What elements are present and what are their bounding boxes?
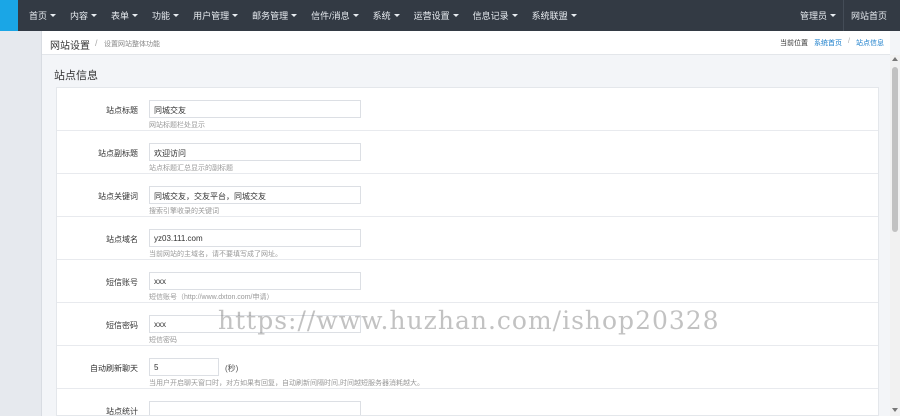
text-input[interactable] bbox=[149, 401, 361, 415]
nav-item-label: 功能 bbox=[152, 11, 171, 21]
chevron-down-icon bbox=[91, 14, 98, 17]
text-input[interactable]: 同城交友 bbox=[149, 100, 361, 118]
nav-item-functions[interactable]: 功能 bbox=[145, 0, 186, 31]
text-input[interactable]: 5 bbox=[149, 358, 219, 376]
nav-item-label: 内容 bbox=[70, 11, 89, 21]
form-row: 站点域名 yz03.111.com 当前网站的主域名，请不要填写成了网址。 bbox=[57, 217, 878, 260]
nav-right: 管理员 网站首页 bbox=[793, 0, 894, 31]
scroll-down-icon[interactable] bbox=[892, 408, 898, 412]
scroll-thumb[interactable] bbox=[892, 67, 898, 232]
form-row: 短信账号 xxx 短信账号（http://www.dxton.com/申请） bbox=[57, 260, 878, 303]
sidebar bbox=[0, 31, 42, 416]
brand-accent bbox=[0, 0, 18, 31]
field-hint: 短信密码 bbox=[149, 337, 177, 344]
main-content: 网站设置 / 设置网站整体功能 当前位置 系统首页 / 站点信息 站点信息 站点… bbox=[42, 31, 900, 416]
text-input[interactable]: yz03.111.com bbox=[149, 229, 361, 247]
top-navbar: 首页 内容 表单 功能 用户管理 邮务管理 信件/消息 系统 运营设置 信息记录 系统联盟 管理员 … bbox=[0, 0, 900, 31]
field-label: 站点关键词 bbox=[98, 192, 138, 201]
nav-item-home[interactable]: 首页 bbox=[22, 0, 63, 31]
nav-item-users[interactable]: 用户管理 bbox=[186, 0, 245, 31]
site-home-link[interactable]: 网站首页 bbox=[844, 0, 894, 31]
admin-menu-label: 管理员 bbox=[799, 11, 827, 21]
scroll-up-icon[interactable] bbox=[892, 57, 898, 61]
chevron-down-icon bbox=[291, 14, 298, 17]
text-input[interactable]: 欢迎访问 bbox=[149, 143, 361, 161]
breadcrumb-link-site-info[interactable]: 站点信息 bbox=[856, 38, 884, 48]
nav-item-label: 信件/消息 bbox=[311, 11, 350, 21]
field-hint: 站点标题汇总显示的副标题 bbox=[149, 165, 233, 172]
nav-item-records[interactable]: 信息记录 bbox=[466, 0, 525, 31]
current-location-label: 当前位置 bbox=[780, 40, 809, 47]
breadcrumb: 网站设置 / 设置网站整体功能 当前位置 系统首页 / 站点信息 bbox=[42, 31, 890, 55]
form-row: 站点副标题 欢迎访问站点标题汇总显示的副标题 bbox=[57, 131, 878, 174]
watermark: https://www.huzhan.com/ishop20328 bbox=[218, 306, 720, 335]
nav-item-operations[interactable]: 运营设置 bbox=[407, 0, 466, 31]
nav-item-mail[interactable]: 邮务管理 bbox=[245, 0, 304, 31]
field-label: 站点域名 bbox=[106, 235, 138, 244]
chevron-down-icon bbox=[570, 14, 577, 17]
nav-item-label: 首页 bbox=[29, 11, 48, 21]
nav-item-label: 邮务管理 bbox=[252, 11, 289, 21]
chevron-down-icon bbox=[232, 14, 239, 17]
form-row: 站点统计 bbox=[57, 389, 878, 416]
nav-item-label: 表单 bbox=[111, 11, 130, 21]
site-info-form: 站点标题 同城交友网站标题栏处显示站点副标题 欢迎访问站点标题汇总显示的副标题站点关… bbox=[56, 87, 879, 416]
chevron-down-icon bbox=[393, 14, 400, 17]
chevron-down-icon bbox=[352, 14, 359, 17]
chevron-down-icon bbox=[511, 14, 518, 17]
main-nav: 首页 内容 表单 功能 用户管理 邮务管理 信件/消息 系统 运营设置 信息记录 系统联盟 bbox=[22, 0, 584, 31]
text-input[interactable]: 同城交友，交友平台，同城交友 bbox=[149, 186, 361, 204]
page-title: 网站设置 bbox=[50, 41, 90, 52]
chevron-down-icon bbox=[132, 14, 139, 17]
field-hint: 当前网站的主域名，请不要填写成了网址。 bbox=[149, 251, 282, 258]
nav-item-forms[interactable]: 表单 bbox=[104, 0, 145, 31]
breadcrumb-trail: 当前位置 系统首页 / 站点信息 bbox=[780, 38, 884, 48]
breadcrumb-link-system-home[interactable]: 系统首页 bbox=[814, 38, 842, 48]
form-row: 站点标题 同城交友网站标题栏处显示 bbox=[57, 88, 878, 131]
nav-item-label: 系统联盟 bbox=[531, 11, 568, 21]
nav-item-label: 信息记录 bbox=[472, 11, 509, 21]
unit-label: (秒) bbox=[225, 364, 239, 373]
chevron-down-icon bbox=[50, 14, 57, 17]
breadcrumb-slash: / bbox=[848, 38, 850, 45]
scrollbar[interactable] bbox=[890, 55, 900, 416]
text-input[interactable]: xxx bbox=[149, 272, 361, 290]
nav-item-messages[interactable]: 信件/消息 bbox=[304, 0, 366, 31]
field-hint: 当用户开启聊天窗口时，对方如果有回复，自动刷新间隔时间,时间越短服务器消耗越大。 bbox=[149, 380, 424, 387]
form-row: 自动刷新聊天 5 (秒) 当用户开启聊天窗口时，对方如果有回复，自动刷新间隔时间,时间… bbox=[57, 346, 878, 389]
field-label: 短信账号 bbox=[106, 278, 138, 287]
chevron-down-icon bbox=[173, 14, 180, 17]
field-hint: 搜索引擎收录的关键词 bbox=[149, 208, 219, 215]
nav-item-label: 运营设置 bbox=[413, 11, 450, 21]
field-label: 自动刷新聊天 bbox=[90, 364, 138, 373]
nav-item-label: 用户管理 bbox=[193, 11, 230, 21]
page-description: 设置网站整体功能 bbox=[104, 41, 160, 48]
nav-item-alliance[interactable]: 系统联盟 bbox=[525, 0, 584, 31]
nav-item-content[interactable]: 内容 bbox=[63, 0, 104, 31]
field-label: 站点统计 bbox=[106, 407, 138, 416]
field-label: 站点副标题 bbox=[98, 149, 138, 158]
chevron-down-icon bbox=[452, 14, 459, 17]
field-label: 站点标题 bbox=[106, 106, 138, 115]
chevron-down-icon bbox=[829, 14, 836, 17]
breadcrumb-separator: / bbox=[95, 38, 98, 48]
field-hint: 网站标题栏处显示 bbox=[149, 122, 205, 129]
admin-menu[interactable]: 管理员 bbox=[793, 0, 843, 31]
nav-item-label: 系统 bbox=[372, 11, 391, 21]
field-hint: 短信账号（http://www.dxton.com/申请） bbox=[149, 294, 274, 301]
field-label: 短信密码 bbox=[106, 321, 138, 330]
nav-item-system[interactable]: 系统 bbox=[366, 0, 407, 31]
panel-title: 站点信息 bbox=[54, 70, 98, 82]
form-row: 站点关键词 同城交友，交友平台，同城交友搜索引擎收录的关键词 bbox=[57, 174, 878, 217]
